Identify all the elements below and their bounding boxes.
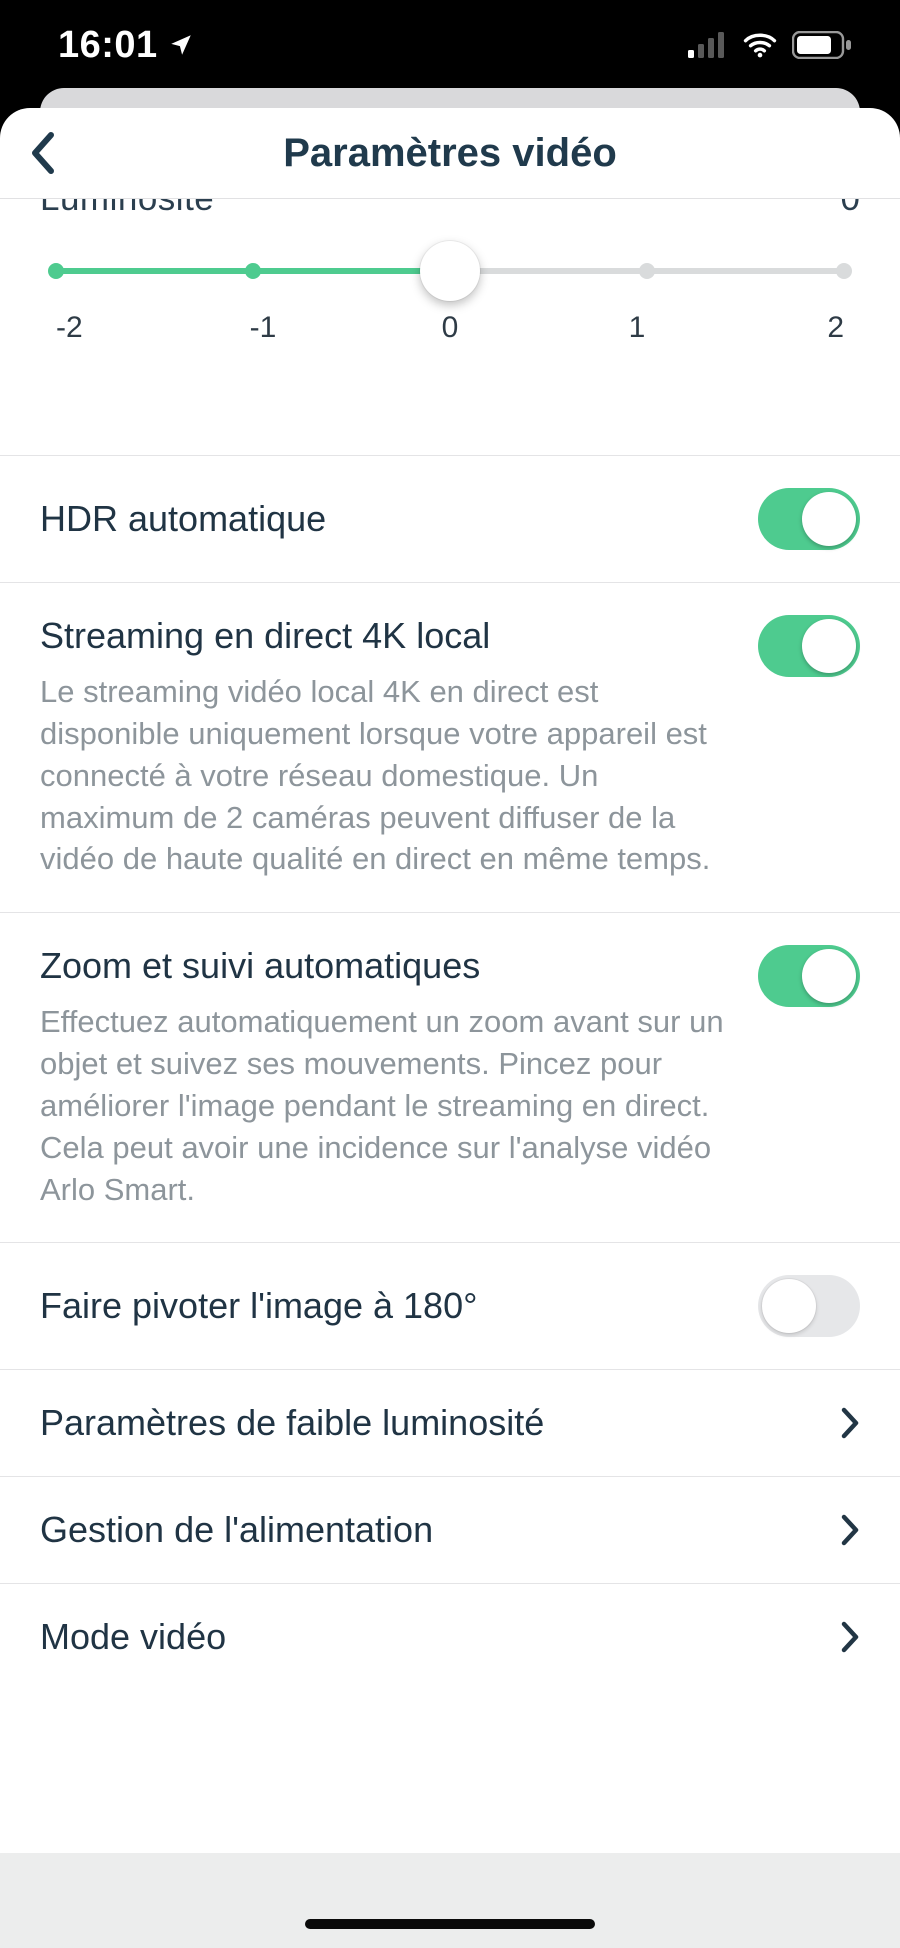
home-indicator[interactable] bbox=[305, 1919, 595, 1929]
slider-tick-dot bbox=[639, 263, 655, 279]
brightness-label: Luminosité bbox=[40, 199, 214, 219]
row-mode[interactable]: Mode vidéo bbox=[0, 1584, 900, 1690]
location-icon bbox=[168, 32, 194, 58]
brightness-slider[interactable]: -2 -1 0 1 2 bbox=[0, 265, 900, 345]
slider-tick-label: 2 bbox=[804, 311, 844, 345]
page-title: Paramètres vidéo bbox=[283, 131, 617, 176]
streaming-toggle[interactable] bbox=[758, 615, 860, 677]
wifi-icon bbox=[742, 32, 778, 58]
nav-bar: Paramètres vidéo bbox=[0, 108, 900, 198]
row-streaming[interactable]: Streaming en direct 4K local Le streamin… bbox=[0, 583, 900, 912]
row-lowlight[interactable]: Paramètres de faible luminosité bbox=[0, 1370, 900, 1476]
slider-tick-dot bbox=[48, 263, 64, 279]
hdr-label: HDR automatique bbox=[40, 498, 738, 540]
slider-thumb[interactable] bbox=[420, 241, 480, 301]
chevron-right-icon bbox=[840, 1620, 860, 1654]
back-button[interactable] bbox=[18, 128, 68, 178]
slider-tick-label: -1 bbox=[243, 311, 283, 345]
brightness-value: 0 bbox=[841, 199, 860, 219]
zoom-label: Zoom et suivi automatiques bbox=[40, 945, 738, 987]
slider-tick-label: 0 bbox=[430, 311, 470, 345]
rotate-toggle[interactable] bbox=[758, 1275, 860, 1337]
power-label: Gestion de l'alimentation bbox=[40, 1509, 820, 1551]
bottom-bar bbox=[0, 1853, 900, 1948]
row-rotate[interactable]: Faire pivoter l'image à 180° bbox=[0, 1243, 900, 1369]
streaming-label: Streaming en direct 4K local bbox=[40, 615, 738, 657]
row-power[interactable]: Gestion de l'alimentation bbox=[0, 1477, 900, 1583]
hdr-toggle[interactable] bbox=[758, 488, 860, 550]
zoom-desc: Effectuez automatiquement un zoom avant … bbox=[40, 1001, 738, 1210]
rotate-label: Faire pivoter l'image à 180° bbox=[40, 1285, 738, 1327]
status-bar: 16:01 bbox=[0, 0, 900, 90]
slider-tick-label: -2 bbox=[56, 311, 96, 345]
chevron-left-icon bbox=[29, 131, 57, 175]
status-time: 16:01 bbox=[58, 24, 158, 67]
slider-tick-dot bbox=[836, 263, 852, 279]
settings-sheet: Paramètres vidéo Luminosité 0 -2-1012 H bbox=[0, 108, 900, 1948]
slider-tick-dot bbox=[245, 263, 261, 279]
row-hdr[interactable]: HDR automatique bbox=[0, 456, 900, 582]
chevron-right-icon bbox=[840, 1406, 860, 1440]
slider-tick-label: 1 bbox=[617, 311, 657, 345]
cellular-icon bbox=[688, 32, 728, 58]
zoom-toggle[interactable] bbox=[758, 945, 860, 1007]
lowlight-label: Paramètres de faible luminosité bbox=[40, 1402, 820, 1444]
row-zoom[interactable]: Zoom et suivi automatiques Effectuez aut… bbox=[0, 913, 900, 1242]
battery-icon bbox=[792, 31, 852, 59]
streaming-desc: Le streaming vidéo local 4K en direct es… bbox=[40, 671, 738, 880]
chevron-right-icon bbox=[840, 1513, 860, 1547]
mode-label: Mode vidéo bbox=[40, 1616, 820, 1658]
